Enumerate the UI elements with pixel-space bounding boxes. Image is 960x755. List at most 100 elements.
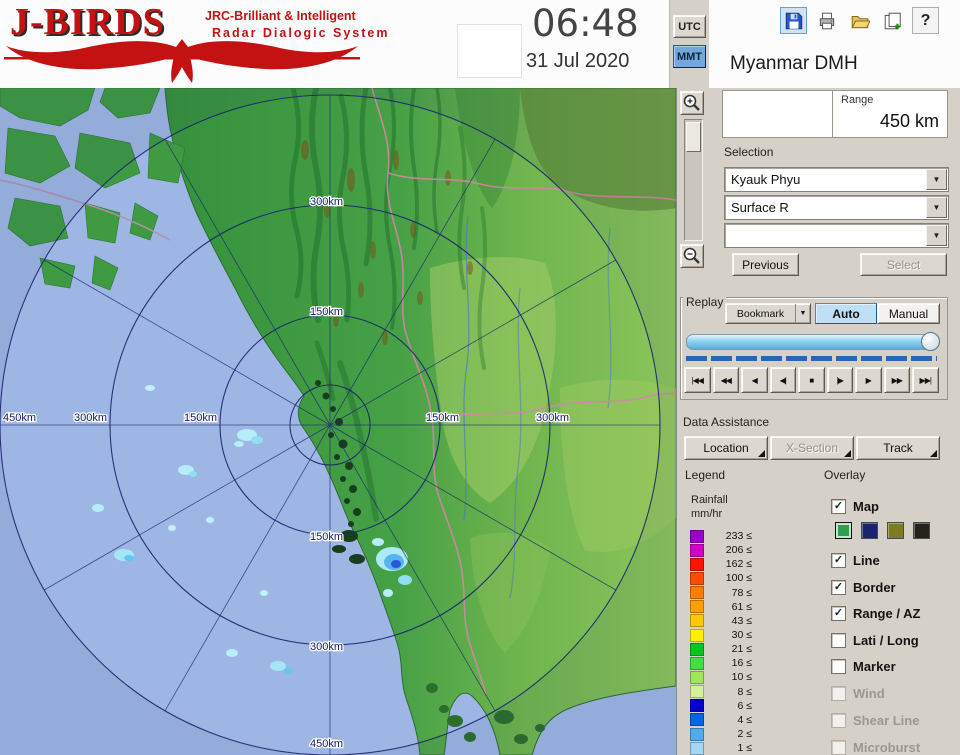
skip-to-end-button[interactable]: ▶▶|: [912, 367, 939, 393]
chevron-down-icon[interactable]: ▼: [926, 197, 947, 218]
legend-threshold-value: 2 ≤: [704, 728, 752, 740]
overlay-item-label: Range / AZ: [853, 606, 920, 621]
overlay-item-label: Wind: [853, 686, 885, 701]
legend-entry: 233 ≤: [690, 529, 752, 543]
product-dropdown[interactable]: Surface R ▼: [724, 195, 949, 220]
legend-threshold-value: 10 ≤: [704, 671, 752, 683]
overlay-item-map[interactable]: ✓ Map: [831, 497, 879, 515]
overlay-item-wind[interactable]: Wind: [831, 684, 885, 702]
option-dropdown[interactable]: ▼: [724, 223, 949, 248]
radar-map-canvas: 450km 300km 150km 150km 300km 300km 150k…: [0, 88, 676, 755]
checkbox[interactable]: ✓: [831, 553, 846, 568]
previous-button[interactable]: Previous: [732, 253, 799, 276]
checkbox[interactable]: ✓: [831, 499, 846, 514]
map-color-swatch-2[interactable]: [887, 522, 904, 539]
step-forward-button[interactable]: |▶: [827, 367, 854, 393]
svg-text:300km: 300km: [310, 641, 343, 653]
overlay-item-border[interactable]: ✓Border: [831, 578, 896, 596]
overlay-item-label: Shear Line: [853, 713, 919, 728]
range-label: Range: [841, 94, 873, 106]
legend-threshold-value: 21 ≤: [704, 643, 752, 655]
fast-forward-button[interactable]: ▶▶: [884, 367, 911, 393]
overlay-item-lati-long[interactable]: Lati / Long: [831, 631, 919, 649]
location-button[interactable]: Location: [684, 436, 768, 460]
legend-threshold-value: 4 ≤: [704, 714, 752, 726]
legend-threshold-value: 233 ≤: [704, 530, 752, 542]
step-back-button[interactable]: ◀|: [770, 367, 797, 393]
timezone-strip: [669, 0, 709, 88]
track-button[interactable]: Track: [856, 436, 940, 460]
overlay-item-line[interactable]: ✓Line: [831, 551, 880, 569]
svg-text:150km: 150km: [310, 531, 343, 543]
legend-color-swatch: [690, 586, 704, 599]
map-color-swatch-1[interactable]: [861, 522, 878, 539]
help-icon[interactable]: ?: [912, 7, 939, 34]
chevron-down-icon[interactable]: ▼: [926, 169, 947, 190]
legend-scale: 233 ≤206 ≤162 ≤100 ≤78 ≤61 ≤43 ≤30 ≤21 ≤…: [690, 529, 752, 755]
overlay-item-range-az[interactable]: ✓ Range / AZ: [831, 604, 920, 622]
legend-entry: 30 ≤: [690, 628, 752, 642]
utc-button[interactable]: UTC: [673, 15, 706, 38]
overlay-title: Overlay: [824, 468, 865, 482]
print-icon[interactable]: [813, 7, 840, 34]
legend-threshold-value: 30 ≤: [704, 629, 752, 641]
control-panel: Range 450 km Selection Kyauk Phyu ▼ Surf…: [676, 88, 960, 755]
legend-color-swatch: [690, 671, 704, 684]
bookmark-button[interactable]: Bookmark ▼: [725, 303, 811, 324]
printer-icon: [817, 11, 837, 31]
auto-mode-button[interactable]: Auto: [815, 303, 877, 324]
replay-timeline-slider[interactable]: [686, 334, 939, 350]
overlay-item-shear-line[interactable]: Shear Line: [831, 711, 919, 729]
map-color-swatch-3[interactable]: [913, 522, 930, 539]
j-birds-app: J-BIRDS JRC-Brilliant & Intelligent Rada…: [0, 0, 960, 755]
play-button[interactable]: ▶: [855, 367, 882, 393]
range-box: Range 450 km: [832, 91, 947, 137]
manual-mode-button[interactable]: Manual: [877, 303, 940, 324]
overlay-item-label: Map: [853, 499, 879, 514]
header: J-BIRDS JRC-Brilliant & Intelligent Rada…: [0, 0, 960, 89]
checkbox[interactable]: [831, 659, 846, 674]
zoom-out-icon: [682, 246, 702, 266]
pages-plus-icon: [883, 11, 903, 31]
checkbox[interactable]: [831, 633, 846, 648]
floppy-disk-icon: [784, 11, 804, 31]
legend-quantity-label: Rainfall: [691, 494, 728, 506]
stop-button[interactable]: ■: [798, 367, 825, 393]
export-image-icon[interactable]: [879, 7, 906, 34]
chevron-down-icon[interactable]: ▼: [926, 225, 947, 246]
skip-to-start-button[interactable]: |◀◀: [684, 367, 711, 393]
legend-color-swatch: [690, 699, 704, 712]
zoom-slider-thumb[interactable]: [686, 122, 701, 152]
legend-threshold-value: 61 ≤: [704, 601, 752, 613]
chevron-down-icon[interactable]: ▼: [795, 304, 810, 323]
checkbox[interactable]: [831, 713, 846, 728]
x-section-button[interactable]: X-Section: [770, 436, 854, 460]
checkbox[interactable]: ✓: [831, 606, 846, 621]
zoom-slider-track[interactable]: [684, 119, 703, 241]
overlay-item-marker[interactable]: Marker: [831, 657, 896, 675]
map-color-swatch-0[interactable]: [835, 522, 852, 539]
checkbox[interactable]: [831, 740, 846, 755]
save-icon[interactable]: [780, 7, 807, 34]
overlay-item-microburst[interactable]: Microburst: [831, 738, 920, 755]
selection-label: Selection: [724, 145, 773, 159]
play-reverse-button[interactable]: ◀: [741, 367, 768, 393]
radar-map[interactable]: 450km 300km 150km 150km 300km 300km 150k…: [0, 88, 676, 755]
legend-entry: 1 ≤: [690, 741, 752, 755]
replay-slider-handle[interactable]: [921, 332, 940, 351]
open-folder-icon[interactable]: [846, 7, 873, 34]
legend-entry: 206 ≤: [690, 543, 752, 557]
fast-rewind-button[interactable]: ◀◀: [713, 367, 740, 393]
select-button[interactable]: Select: [860, 253, 947, 276]
mmt-button[interactable]: MMT: [673, 45, 706, 68]
station-dropdown[interactable]: Kyauk Phyu ▼: [724, 167, 949, 192]
legend-threshold-value: 6 ≤: [704, 700, 752, 712]
overlay-item-label: Lati / Long: [853, 633, 919, 648]
checkbox[interactable]: [831, 686, 846, 701]
replay-group-label: Replay: [683, 295, 726, 309]
checkbox[interactable]: ✓: [831, 580, 846, 595]
zoom-out-button[interactable]: [680, 244, 704, 268]
legend-entry: 4 ≤: [690, 713, 752, 727]
zoom-in-button[interactable]: [680, 91, 704, 115]
bookmark-label: Bookmark: [726, 308, 795, 320]
